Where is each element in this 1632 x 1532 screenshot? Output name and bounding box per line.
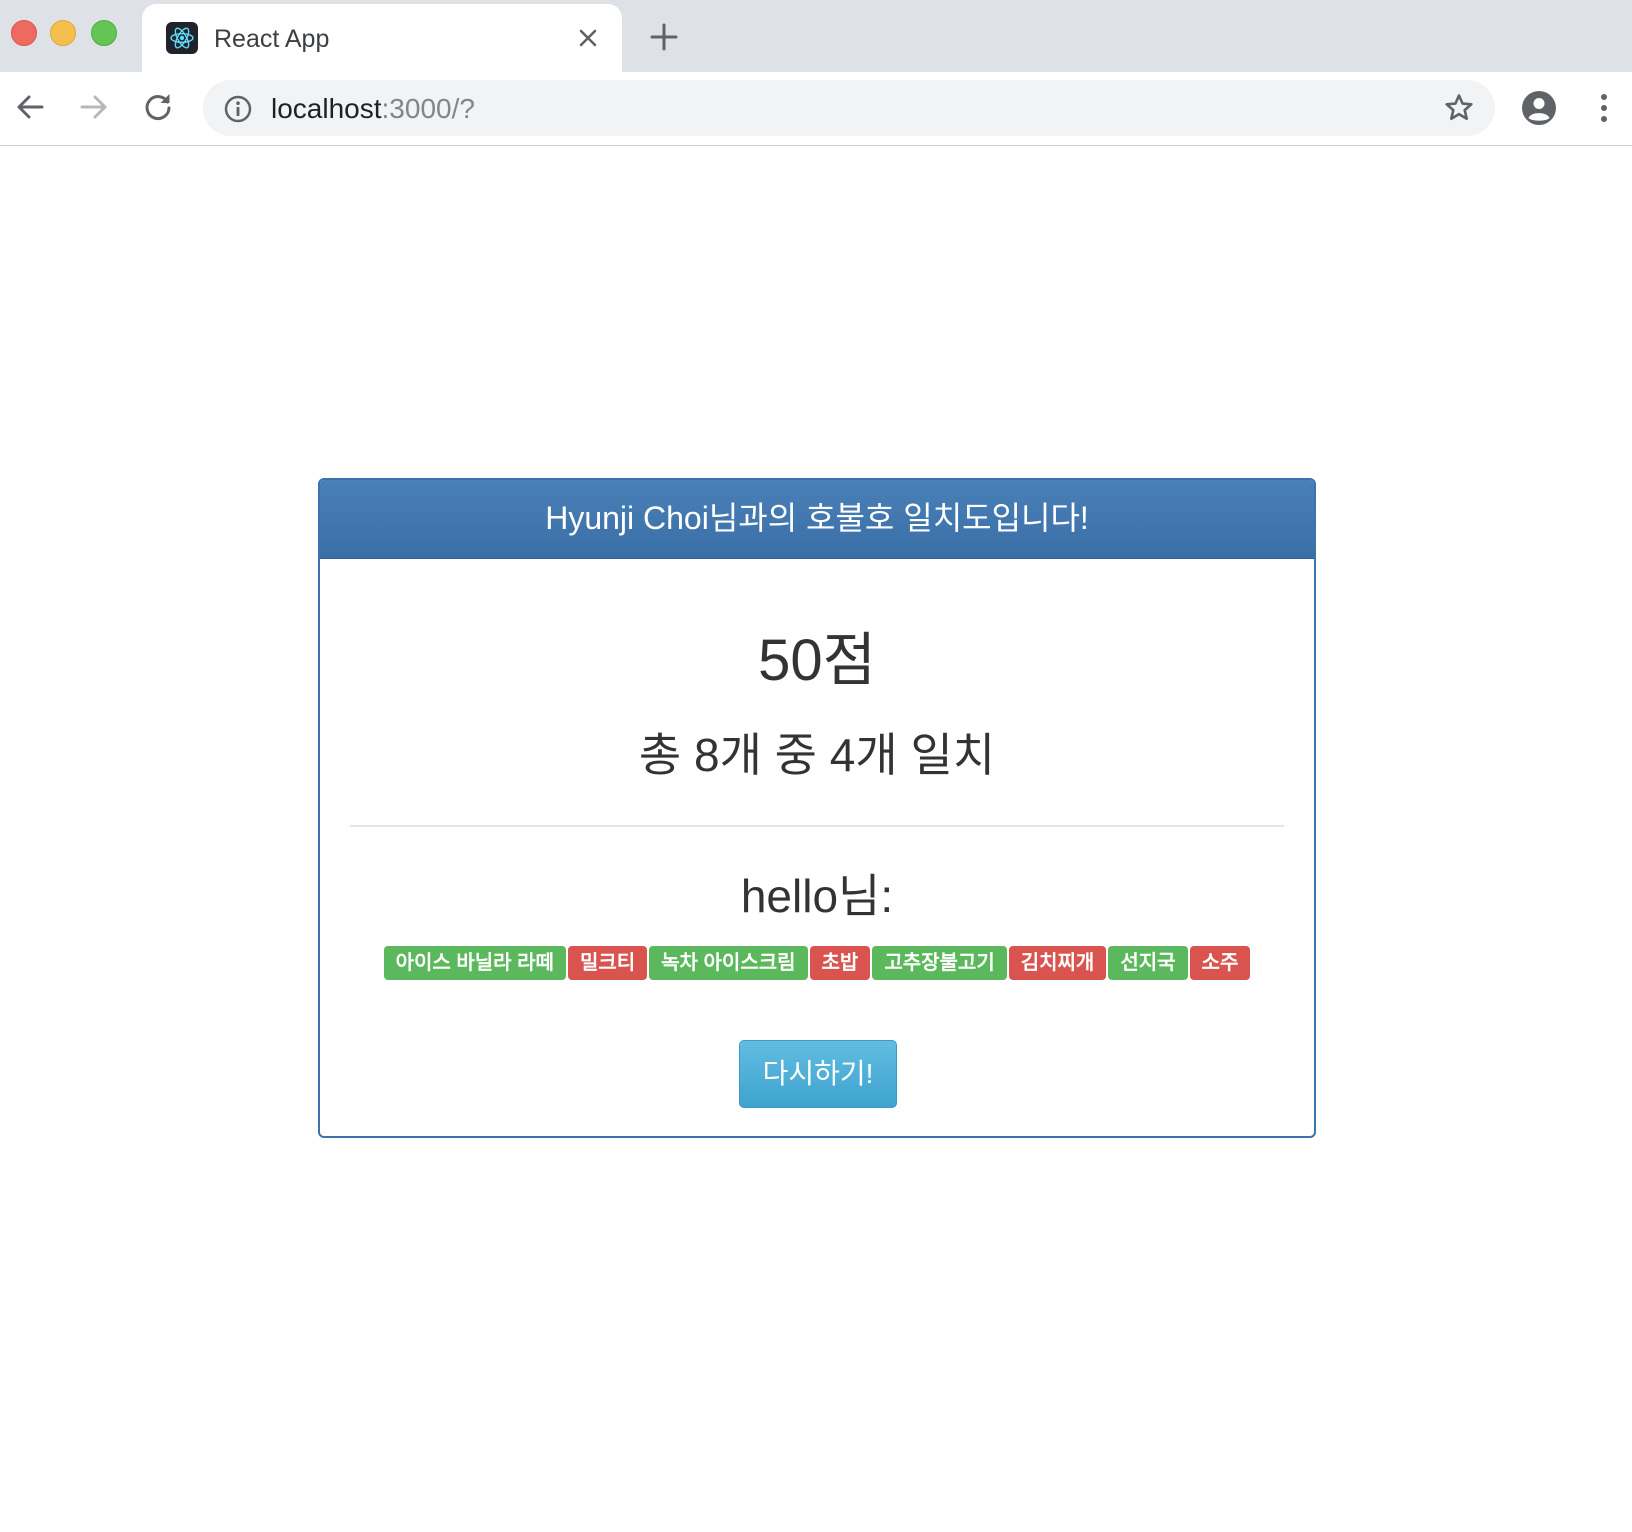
close-icon[interactable] [574,24,602,52]
star-icon[interactable] [1443,92,1475,124]
divider [350,825,1284,827]
score: 50점 [758,628,876,693]
plus-icon[interactable] [649,22,679,52]
panel-heading: Hyunji Choi님과의 호불호 일치도입니다! [320,480,1314,559]
browser-tab-active[interactable]: React App [142,4,622,72]
preference-label: 소주 [1189,946,1251,980]
result-panel: Hyunji Choi님과의 호불호 일치도입니다! 50점 총 8개 중 4개… [318,478,1316,1138]
more-vert-icon[interactable] [1590,89,1618,127]
preference-label: 고추장불고기 [872,946,1007,980]
tab-title: React App [214,25,330,53]
preference-label: 선지국 [1108,946,1188,980]
arrow-right-icon[interactable] [76,89,112,125]
url-text[interactable]: localhost:3000/? [271,93,475,125]
friend-name: hello님: [740,870,894,922]
preference-label: 아이스 바닐라 라떼 [383,946,566,980]
preference-label: 녹차 아이스크림 [649,946,808,980]
preference-label: 초밥 [809,946,871,980]
browser-tab-strip: React App [0,0,1632,72]
minimize-window-button[interactable] [50,20,76,46]
maximize-window-button[interactable] [91,20,117,46]
preference-labels: 아이스 바닐라 라떼 밀크티 녹차 아이스크림 초밥 고추장불고기 김치찌개 선지국 소주 [320,946,1314,980]
url-host: localhost [271,93,382,124]
close-window-button[interactable] [11,20,37,46]
preference-label: 김치찌개 [1008,946,1107,980]
preference-label: 밀크티 [567,946,648,980]
match-summary: 총 8개 중 4개 일치 [638,729,996,781]
react-logo-icon [166,22,198,54]
url-path: :3000/? [381,93,475,124]
retry-button[interactable]: 다시하기! [739,1040,897,1108]
address-bar[interactable]: localhost:3000/? [203,80,1495,136]
account-icon[interactable] [1520,89,1558,127]
info-icon[interactable] [223,94,253,124]
arrow-left-icon[interactable] [12,89,48,125]
reload-icon[interactable] [140,89,176,125]
browser-toolbar: localhost:3000/? [0,72,1632,146]
